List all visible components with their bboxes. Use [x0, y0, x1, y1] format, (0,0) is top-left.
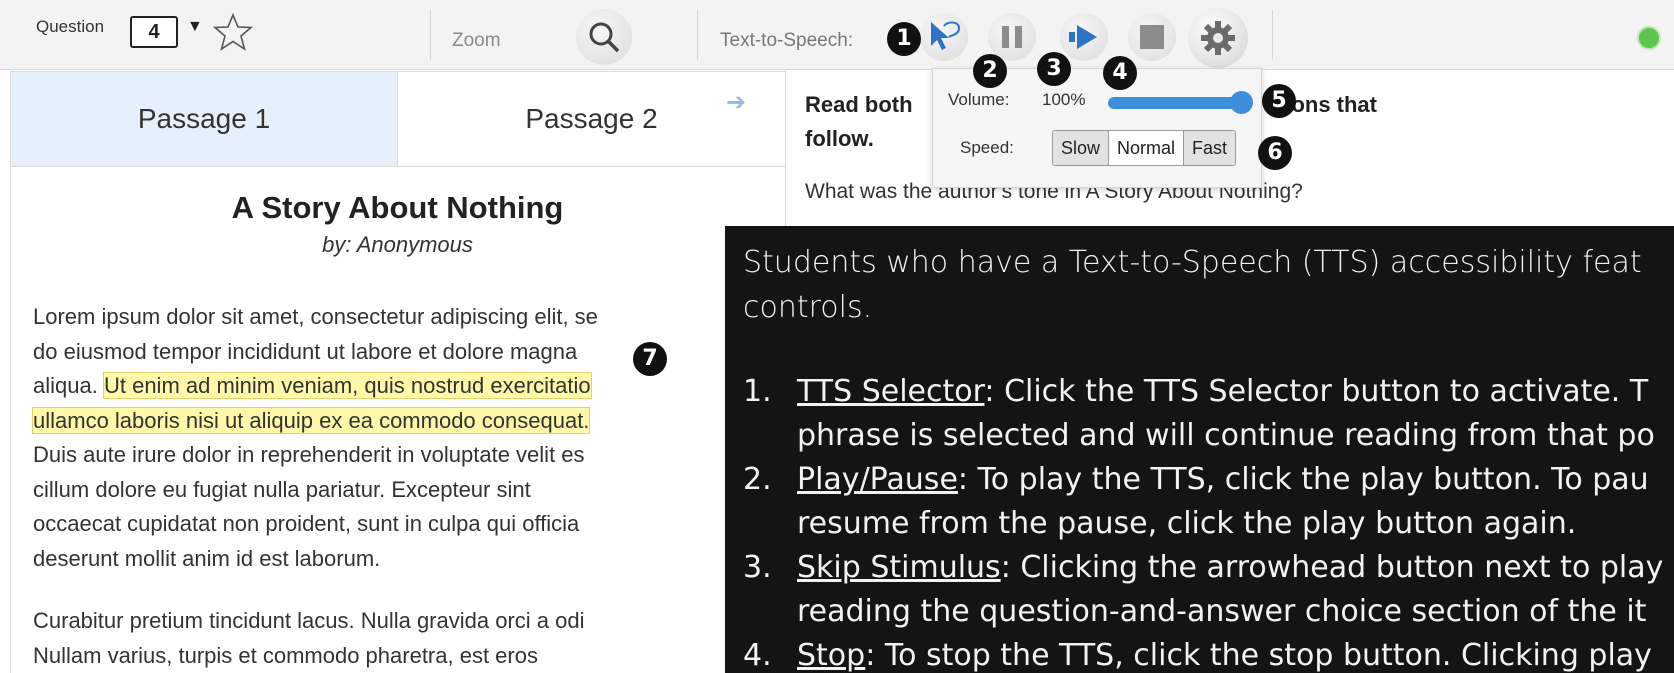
passage-title: A Story About Nothing	[231, 190, 564, 225]
toolbar: Question 4 ▼ Zoom Text-to-Speech:	[0, 0, 1674, 70]
help-list-item: 2. Play/Pause: To play the TTS, click th…	[743, 462, 1649, 541]
volume-label: Volume:	[948, 90, 1010, 109]
speed-label: Speed:	[960, 138, 1014, 157]
tab-passage-2[interactable]: Passage 2	[397, 71, 786, 167]
passage-author: by: Anonymous	[322, 232, 473, 257]
question-instructions: Read both follow.	[805, 92, 913, 151]
passage-line: Nullam varius, turpis et commodo pharetr…	[33, 642, 538, 668]
help-term-link[interactable]: Stop	[797, 638, 865, 673]
bookmark-star-icon[interactable]	[212, 12, 254, 57]
callout-badge-6: 6	[1258, 136, 1292, 170]
tts-selector-button[interactable]	[920, 13, 968, 61]
stop-icon	[1140, 25, 1164, 49]
passage-line: cillum dolore eu fugiat nulla pariatur. …	[33, 476, 531, 502]
callout-badge-2: 2	[973, 54, 1007, 88]
highlighted-text[interactable]: Ut enim ad minim veniam, quis nostrud ex…	[102, 372, 592, 399]
speed-fast-button[interactable]: Fast	[1184, 131, 1236, 165]
question-number-box[interactable]: 4	[130, 16, 178, 48]
passage-line: Lorem ipsum dolor sit amet, consectetur …	[33, 304, 598, 329]
passage-line: aliqua. Ut enim ad minim veniam, quis no…	[33, 369, 733, 404]
pause-button[interactable]	[988, 13, 1036, 61]
help-term-link[interactable]: Play/Pause	[797, 462, 958, 497]
callout-badge-7: 7	[633, 342, 667, 376]
expand-arrow-icon[interactable]: ➔	[726, 88, 746, 117]
help-list-item: 4. Stop: To stop the TTS, click the stop…	[743, 638, 1652, 673]
volume-value: 100%	[1042, 90, 1086, 109]
question-label: Question	[36, 17, 105, 36]
volume-slider-handle[interactable]	[1230, 91, 1253, 114]
zoom-button[interactable]	[576, 9, 632, 65]
gear-icon	[1201, 21, 1235, 55]
toolbar-separator	[1272, 10, 1273, 60]
callout-badge-3: 3	[1037, 52, 1071, 86]
tts-settings-button[interactable]	[1188, 8, 1248, 68]
speed-normal-button[interactable]: Normal	[1109, 131, 1185, 165]
help-list-item: 1. TTS Selector: Click the TTS Selector …	[743, 374, 1655, 453]
speed-selector: Slow Normal Fast	[1052, 130, 1237, 166]
toolbar-separator	[697, 10, 698, 60]
speed-slow-button[interactable]: Slow	[1053, 131, 1110, 165]
help-term-link[interactable]: TTS Selector	[797, 374, 984, 409]
help-list-item: 3. Skip Stimulus: Clicking the arrowhead…	[743, 550, 1664, 629]
help-term-link[interactable]: Skip Stimulus	[797, 550, 1001, 585]
toolbar-separator	[430, 10, 431, 60]
skip-stimulus-button[interactable]	[1060, 13, 1108, 61]
skip-arrowhead-icon	[1069, 25, 1097, 49]
passage-line: Duis aute irure dolor in reprehenderit i…	[33, 442, 585, 467]
help-intro: Students who have a Text-to-Speech (TTS)…	[743, 245, 1642, 325]
magnifier-icon	[589, 22, 620, 53]
passage-line: deserunt mollit anim id est laborum.	[33, 545, 381, 571]
connection-status-indicator	[1637, 26, 1661, 50]
tts-selector-icon	[931, 21, 961, 50]
stop-button[interactable]	[1128, 13, 1176, 61]
callout-badge-5: 5	[1262, 84, 1296, 118]
tab-passage-1[interactable]: Passage 1	[10, 71, 398, 167]
callout-badge-1: 1	[887, 22, 921, 56]
passage-line: occaecat cupidatat non proident, sunt in…	[33, 511, 580, 536]
passage-line: do eiusmod tempor incididunt ut labore e…	[33, 338, 578, 364]
highlighted-text[interactable]: ullamco laboris nisi ut aliquip ex ea co…	[31, 406, 591, 434]
passage-text: aliqua.	[33, 373, 98, 398]
zoom-label: Zoom	[452, 30, 501, 51]
question-dropdown-caret-icon[interactable]: ▼	[187, 18, 203, 36]
volume-slider[interactable]	[1108, 97, 1240, 109]
callout-badge-4: 4	[1103, 56, 1137, 90]
passage-body: Lorem ipsum dolor sit amet, consectetur …	[31, 300, 733, 673]
pause-icon	[1002, 26, 1022, 48]
passage-line: ullamco laboris nisi ut aliquip ex ea co…	[31, 404, 733, 439]
help-list: 1. TTS Selector: Click the TTS Selector …	[743, 370, 1663, 673]
passage-line: Curabitur pretium tincidunt lacus. Nulla…	[33, 608, 585, 633]
tts-label: Text-to-Speech:	[720, 30, 854, 51]
